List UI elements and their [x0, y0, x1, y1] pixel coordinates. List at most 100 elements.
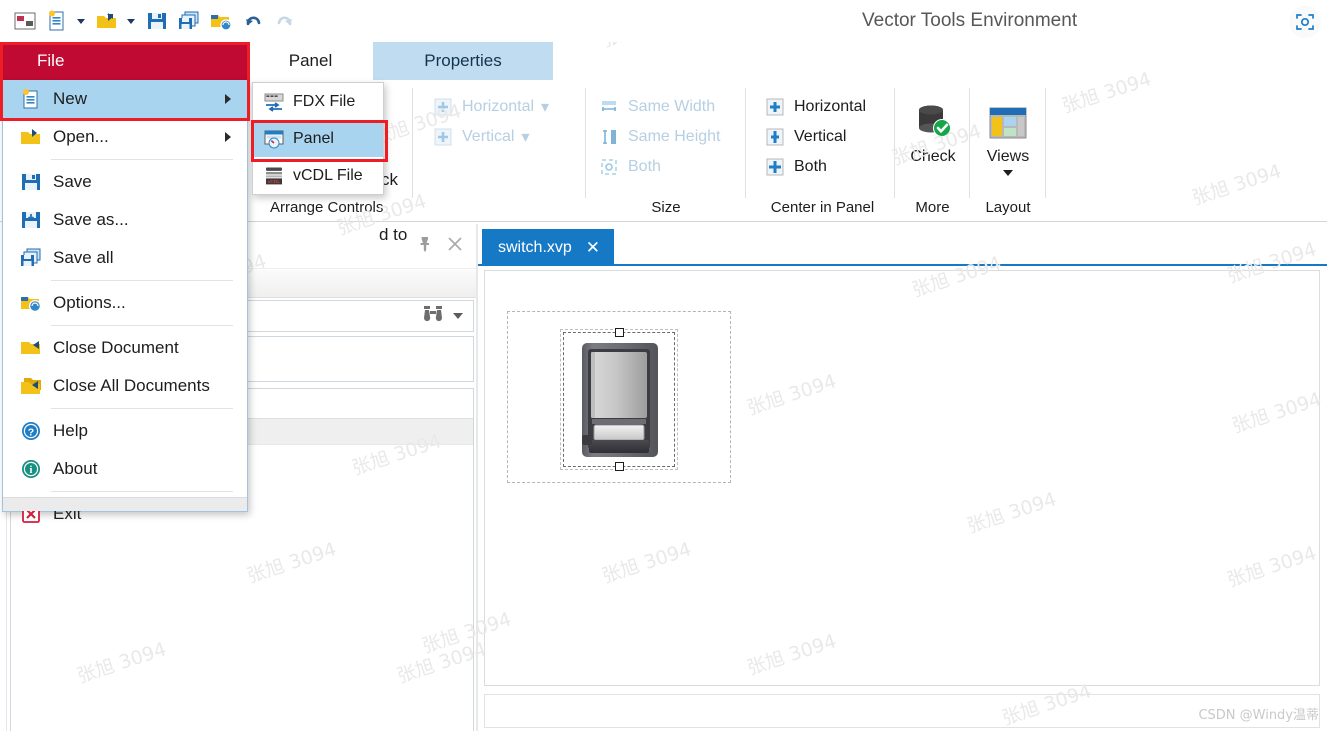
menu-item-save-as[interactable]: Save as... — [3, 201, 247, 239]
menu-item-close-document[interactable]: Close Document — [3, 329, 247, 367]
check-button-label: Check — [910, 148, 956, 165]
open-folder-icon[interactable] — [92, 6, 122, 36]
save-icon[interactable] — [142, 6, 172, 36]
submenu-item-vcdl-file[interactable]: vCDL vCDL File — [253, 157, 383, 194]
menu-item-options[interactable]: Options... — [3, 284, 247, 322]
chevron-down-icon[interactable]: ▾ — [521, 127, 529, 147]
submenu-item-panel-label: Panel — [293, 129, 334, 147]
open-folder-icon — [15, 127, 47, 147]
chevron-down-icon[interactable] — [453, 307, 463, 325]
resize-handle-top-center[interactable] — [614, 328, 624, 337]
center-both-item[interactable]: Both — [760, 152, 866, 182]
size-items: Same Width Same Height Both — [594, 92, 721, 182]
same-both-label: Both — [628, 158, 661, 175]
csdn-credit: CSDN @Windy温蒂 — [1198, 708, 1319, 723]
open-dropdown-caret[interactable] — [124, 6, 138, 36]
submenu-item-fdx-file[interactable]: FDX File — [253, 83, 383, 120]
same-height-icon — [596, 126, 622, 148]
align-vertical-icon — [430, 126, 456, 148]
switch-control[interactable] — [576, 339, 664, 463]
submenu-item-panel[interactable]: Panel — [253, 120, 383, 157]
menu-item-save-all-label: Save all — [53, 248, 114, 267]
arrange-obscured-text-1: d to — [379, 225, 408, 244]
document-bottom-strip — [484, 694, 1320, 728]
new-dropdown-caret[interactable] — [74, 6, 88, 36]
same-width-icon — [596, 96, 622, 118]
chevron-down-icon[interactable] — [1003, 170, 1013, 176]
menu-item-save[interactable]: Save — [3, 163, 247, 201]
check-button[interactable]: Check — [895, 86, 971, 166]
ribbon-group-label-arrange-controls: Arrange Controls — [270, 199, 384, 216]
menu-item-about[interactable]: i About — [3, 450, 247, 488]
design-canvas[interactable] — [484, 270, 1320, 686]
panel-frame[interactable] — [507, 311, 731, 483]
menu-item-open[interactable]: Open... — [3, 118, 247, 156]
options-icon[interactable] — [206, 6, 236, 36]
group-divider — [745, 88, 746, 198]
resize-handle-bottom-center[interactable] — [614, 462, 624, 471]
menu-item-save-as-label: Save as... — [53, 210, 129, 229]
svg-text:i: i — [30, 465, 33, 476]
center-both-icon — [762, 156, 788, 178]
same-height-label: Same Height — [628, 128, 721, 145]
document-tab-label: switch.xvp — [498, 238, 572, 256]
align-horizontal-label: Horizontal — [462, 98, 535, 115]
options-icon — [15, 293, 47, 313]
layout-icon[interactable] — [10, 6, 40, 36]
align-horizontal-icon — [430, 96, 456, 118]
database-check-icon — [911, 86, 955, 144]
menu-separator — [51, 159, 233, 160]
chevron-down-icon[interactable]: ▾ — [541, 97, 549, 117]
panel-splitter[interactable] — [476, 224, 478, 731]
file-menu: New Open... Save Save as... Save all Opt… — [2, 80, 248, 523]
pin-icon[interactable] — [418, 236, 432, 257]
menu-item-about-label: About — [53, 459, 98, 478]
views-layout-icon — [987, 86, 1029, 144]
menu-item-close-all-documents[interactable]: Close All Documents — [3, 367, 247, 405]
undo-icon[interactable] — [238, 6, 268, 36]
align-vertical-item[interactable]: Vertical ▾ — [428, 122, 549, 152]
save-all-icon — [15, 247, 47, 269]
selected-control-bounds[interactable] — [560, 328, 678, 471]
center-vertical-label: Vertical — [794, 128, 847, 145]
ribbon-group-size: Same Width Same Height Both Size — [586, 80, 746, 222]
ribbon-group-label-size: Size — [651, 199, 681, 216]
redo-icon[interactable] — [270, 6, 300, 36]
align-horizontal-item[interactable]: Horizontal ▾ — [428, 92, 549, 122]
quick-access-toolbar — [0, 0, 1327, 42]
same-height-item[interactable]: Same Height — [594, 122, 721, 152]
ribbon-group-center-in-panel: Horizontal Vertical Both Center in Panel — [750, 80, 895, 222]
submenu-item-vcdl-file-label: vCDL File — [293, 166, 363, 184]
close-icon[interactable]: ✕ — [586, 239, 600, 256]
center-horizontal-icon — [762, 96, 788, 118]
views-button-label: Views — [986, 148, 1030, 165]
new-document-icon — [15, 88, 47, 110]
camera-scan-icon[interactable] — [1289, 6, 1321, 38]
ribbon-group-label-more: More — [915, 199, 950, 216]
document-tab-switch-xvp[interactable]: switch.xvp ✕ — [482, 229, 615, 266]
center-horizontal-item[interactable]: Horizontal — [760, 92, 866, 122]
binoculars-icon[interactable] — [423, 305, 443, 328]
center-vertical-item[interactable]: Vertical — [760, 122, 866, 152]
same-both-item[interactable]: Both — [594, 152, 721, 182]
menu-item-close-document-label: Close Document — [53, 338, 179, 357]
new-document-icon[interactable] — [42, 6, 72, 36]
ribbon-group-label-center-in-panel: Center in Panel — [770, 199, 875, 216]
menu-item-new[interactable]: New — [3, 80, 247, 118]
menu-item-save-all[interactable]: Save all — [3, 239, 247, 277]
application-window: 张旭 3094 张旭 3094 张旭 3094 张旭 3094 张旭 3094 … — [0, 0, 1327, 731]
tab-properties[interactable]: Properties — [373, 42, 553, 80]
close-icon[interactable] — [448, 236, 462, 256]
submenu-item-fdx-file-label: FDX File — [293, 92, 356, 110]
menu-separator — [51, 491, 233, 492]
close-all-icon — [15, 376, 47, 396]
menu-separator — [51, 325, 233, 326]
tab-panel[interactable]: Panel — [248, 42, 373, 80]
save-all-icon[interactable] — [174, 6, 204, 36]
same-width-item[interactable]: Same Width — [594, 92, 721, 122]
menu-item-help[interactable]: ? Help — [3, 412, 247, 450]
views-button[interactable]: Views — [970, 86, 1046, 176]
tab-file[interactable]: File — [2, 42, 248, 80]
center-both-label: Both — [794, 158, 827, 175]
menu-item-save-label: Save — [53, 172, 92, 191]
